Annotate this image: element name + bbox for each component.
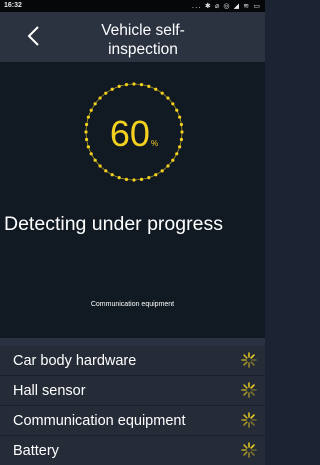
detection-status-title: Detecting under progress bbox=[4, 213, 223, 235]
check-item-label: Car body hardware bbox=[13, 353, 137, 369]
check-item-label: Battery bbox=[13, 443, 59, 459]
progress-ring-dot bbox=[154, 87, 158, 91]
spinner-spoke bbox=[243, 361, 248, 366]
spinner-spoke bbox=[243, 384, 248, 389]
back-button[interactable] bbox=[26, 25, 42, 47]
progress-ring-dot bbox=[154, 173, 158, 177]
status-icons: ... ✱ ⌀ ◎ ◢ ≋ ▭ bbox=[191, 2, 261, 10]
progress-ring-dot bbox=[160, 91, 164, 95]
status-bar: 16:32 ... ✱ ⌀ ◎ ◢ ≋ ▭ bbox=[0, 0, 265, 12]
progress-panel: 60% Detecting under progress Communicati… bbox=[0, 62, 265, 338]
progress-ring-dot bbox=[171, 102, 175, 106]
progress-value: 60% bbox=[82, 116, 186, 162]
progress-ring-dot bbox=[110, 87, 114, 91]
loading-spinner-icon bbox=[241, 352, 257, 368]
check-item-communication-equipment[interactable]: Communication equipment bbox=[0, 406, 265, 436]
progress-ring-dot bbox=[98, 96, 102, 100]
progress-unit: % bbox=[150, 139, 159, 148]
spinner-spoke bbox=[250, 354, 255, 359]
spinner-spoke bbox=[243, 391, 248, 396]
progress-ring-dot bbox=[89, 108, 93, 112]
progress-ring-dot bbox=[104, 169, 108, 173]
chevron-left-icon bbox=[27, 26, 39, 46]
progress-ring-dot bbox=[160, 169, 164, 173]
loading-spinner-icon bbox=[241, 442, 257, 458]
progress-ring-dot bbox=[124, 82, 129, 87]
loading-spinner-icon bbox=[241, 412, 257, 428]
page-title: Vehicle self-inspection bbox=[101, 22, 185, 58]
progress-ring-dot bbox=[98, 164, 102, 168]
progress-ring-dot bbox=[93, 102, 97, 106]
spinner-spoke bbox=[243, 421, 248, 426]
progress-ring-dot bbox=[139, 177, 144, 182]
progress-ring-dot bbox=[117, 84, 121, 88]
spinner-spoke bbox=[243, 444, 248, 449]
check-list: Car body hardware Hall sensor Communicat… bbox=[0, 346, 265, 465]
progress-ring-dot bbox=[166, 96, 170, 100]
spinner-spoke bbox=[250, 361, 255, 366]
spinner-spoke bbox=[250, 444, 255, 449]
progress-number: 60 bbox=[109, 113, 150, 154]
progress-ring-dot bbox=[132, 178, 136, 182]
loading-spinner-icon bbox=[241, 382, 257, 398]
spinner-spoke bbox=[243, 451, 248, 456]
progress-ring-dot bbox=[132, 82, 136, 86]
progress-ring-dot bbox=[139, 82, 144, 87]
spinner-spoke bbox=[250, 451, 255, 456]
divider-band bbox=[0, 338, 265, 346]
check-item-label: Communication equipment bbox=[13, 413, 186, 429]
check-item-hall-sensor[interactable]: Hall sensor bbox=[0, 376, 265, 406]
check-item-label: Hall sensor bbox=[13, 383, 86, 399]
progress-ring-dot bbox=[175, 108, 179, 112]
spinner-spoke bbox=[250, 384, 255, 389]
progress-ring-dot bbox=[147, 176, 151, 180]
progress-ring-dot bbox=[110, 173, 114, 177]
progress-ring-dot bbox=[104, 91, 108, 95]
progress-ring-dot bbox=[124, 177, 129, 182]
header: Vehicle self-inspection bbox=[0, 12, 265, 62]
spinner-spoke bbox=[243, 354, 248, 359]
status-time: 16:32 bbox=[4, 2, 22, 9]
screen: 16:32 ... ✱ ⌀ ◎ ◢ ≋ ▭ Vehicle self-inspe… bbox=[0, 0, 265, 465]
progress-ring-dot bbox=[147, 84, 151, 88]
check-item-battery[interactable]: Battery bbox=[0, 436, 265, 465]
progress-ring-dot bbox=[166, 164, 170, 168]
current-check-item: Communication equipment bbox=[90, 301, 175, 308]
spinner-spoke bbox=[243, 414, 248, 419]
spinner-spoke bbox=[250, 391, 255, 396]
spinner-spoke bbox=[250, 414, 255, 419]
check-item-car-body-hardware[interactable]: Car body hardware bbox=[0, 346, 265, 376]
spinner-spoke bbox=[250, 421, 255, 426]
progress-ring-dot bbox=[117, 176, 121, 180]
